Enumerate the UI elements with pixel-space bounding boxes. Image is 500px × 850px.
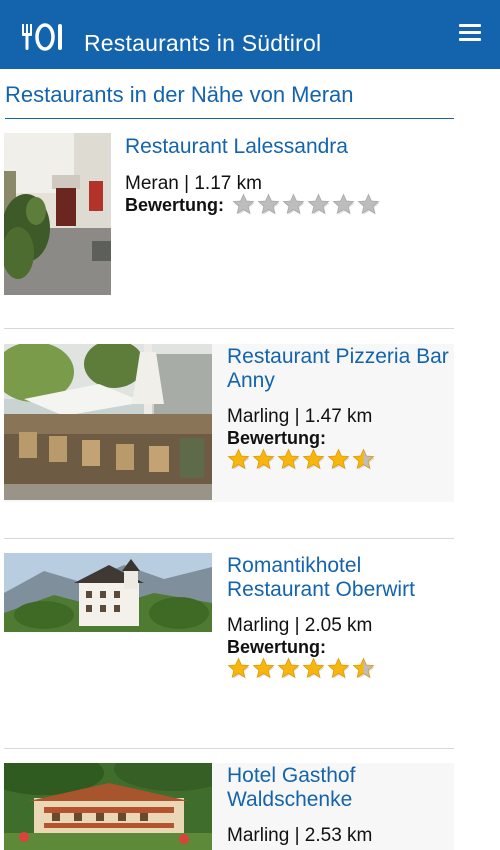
hamburger-menu-icon[interactable] [459,24,481,42]
star-filled-icon [277,657,300,679]
card-divider [4,748,454,749]
star-filled-icon [252,657,275,679]
star-filled-icon [227,448,250,470]
restaurant-card[interactable]: Restaurant Pizzeria Bar Anny Marling | 1… [4,344,454,502]
cutlery-plate-icon [22,23,62,51]
star-filled-icon [227,657,250,679]
restaurant-photo[interactable] [4,763,212,850]
rating-label: Bewertung: [227,637,326,657]
restaurant-location: Marling | 1.47 km [227,406,373,427]
restaurant-location: Meran | 1.17 km [125,173,262,194]
card-divider [4,328,454,329]
app-bar: Restaurants in Südtirol [0,0,500,69]
rating-stars [232,193,382,215]
restaurant-name[interactable]: Hotel Gasthof Waldschenke [227,764,454,812]
restaurant-location: Marling | 2.53 km [227,825,373,846]
star-filled-icon [327,448,350,470]
star-empty-icon [257,193,280,215]
restaurant-photo[interactable] [4,553,212,632]
star-half-icon [352,448,375,470]
restaurant-card[interactable]: Romantikhotel Restaurant Oberwirt Marlin… [4,553,454,713]
star-empty-icon [307,193,330,215]
restaurant-card[interactable]: Restaurant Lalessandra Meran | 1.17 km B… [4,133,454,298]
star-half-icon [352,657,375,679]
restaurant-name[interactable]: Restaurant Lalessandra [125,135,454,159]
restaurant-name[interactable]: Romantikhotel Restaurant Oberwirt [227,554,454,602]
rating-stars [227,448,377,470]
star-empty-icon [332,193,355,215]
restaurant-photo[interactable] [4,344,212,500]
star-empty-icon [357,193,380,215]
rating-label: Bewertung: [227,428,326,448]
app-title: Restaurants in Südtirol [84,30,322,56]
restaurant-card[interactable]: Hotel Gasthof Waldschenke Marling | 2.53… [4,763,454,850]
restaurant-photo[interactable] [4,133,111,295]
restaurant-name[interactable]: Restaurant Pizzeria Bar Anny [227,345,454,393]
star-filled-icon [277,448,300,470]
card-divider [4,538,454,539]
star-empty-icon [282,193,305,215]
star-filled-icon [302,657,325,679]
star-filled-icon [252,448,275,470]
star-empty-icon [232,193,255,215]
section-title: Restaurants in der Nähe von Meran [5,82,354,107]
rating-stars [227,657,377,679]
star-filled-icon [327,657,350,679]
section-divider [5,118,454,119]
star-filled-icon [302,448,325,470]
restaurant-location: Marling | 2.05 km [227,615,373,636]
rating-label: Bewertung: [125,195,224,215]
